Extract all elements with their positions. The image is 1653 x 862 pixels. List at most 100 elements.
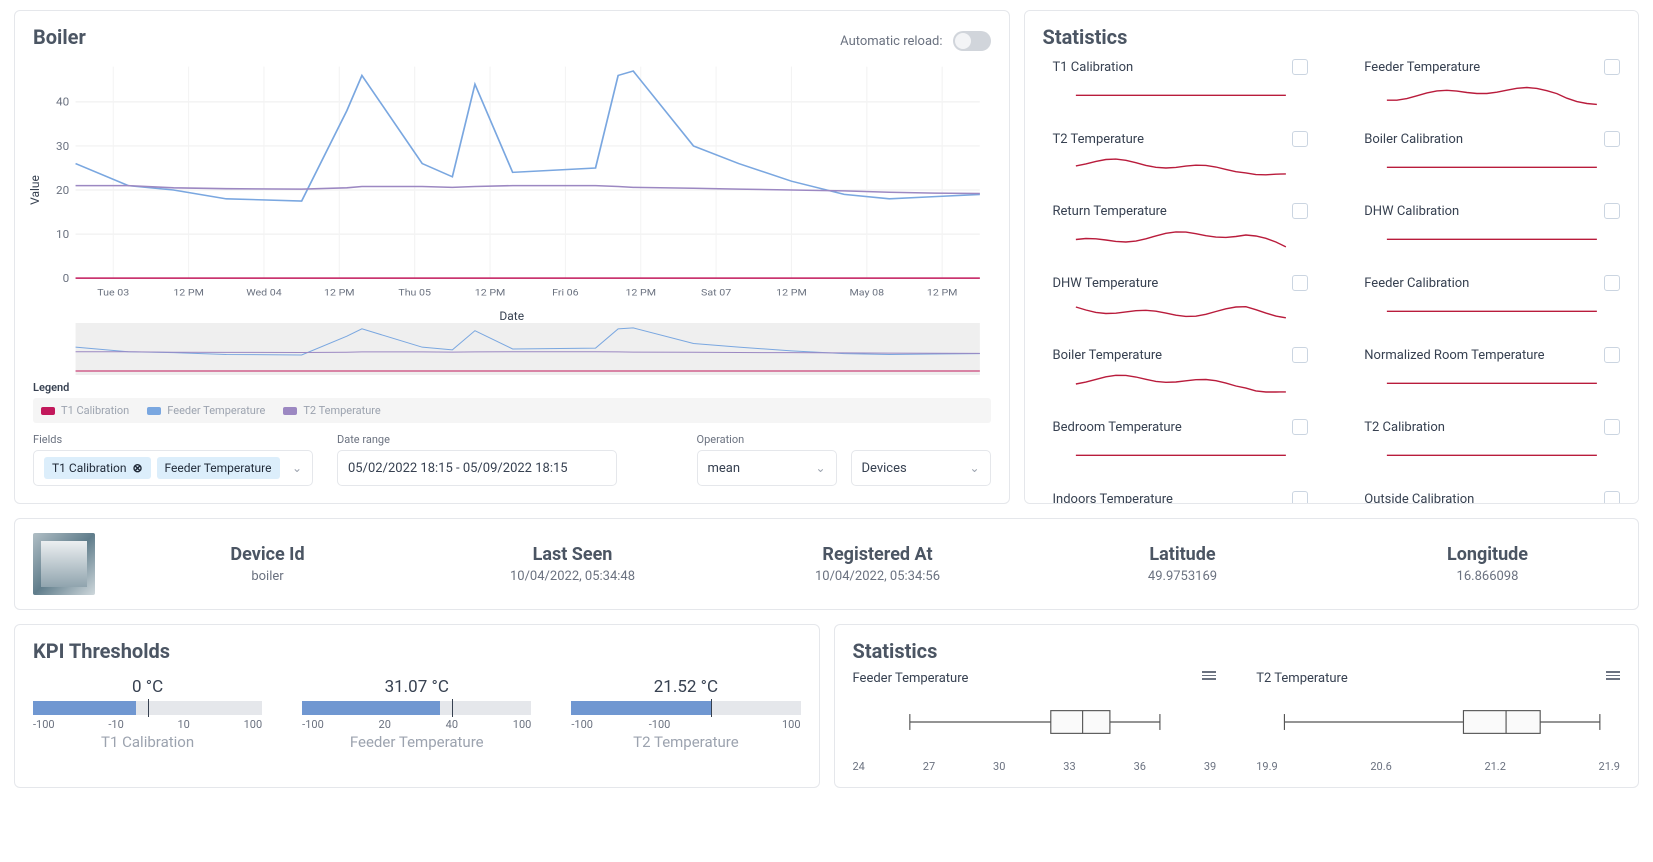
svg-text:12 PM: 12 PM — [475, 288, 506, 298]
stat-item-label: Normalized Room Temperature — [1364, 348, 1544, 363]
stat-item-label: DHW Calibration — [1364, 204, 1459, 219]
kpi-bar — [571, 701, 800, 715]
svg-text:20: 20 — [56, 184, 69, 196]
stat-item-label: Return Temperature — [1053, 204, 1167, 219]
boxplot — [853, 692, 1217, 756]
stat-item-checkbox[interactable] — [1292, 419, 1308, 435]
boxplot-label: Feeder Temperature — [853, 671, 969, 686]
stat-item-checkbox[interactable] — [1604, 275, 1620, 291]
stat-item-checkbox[interactable] — [1292, 131, 1308, 147]
stat-item-label: Feeder Calibration — [1364, 276, 1469, 291]
menu-icon[interactable] — [1606, 671, 1620, 686]
stat-item-checkbox[interactable] — [1292, 491, 1308, 504]
stat-item-label: DHW Temperature — [1053, 276, 1159, 291]
sparkline — [1053, 297, 1309, 327]
field-chip[interactable]: T1 Calibration ⊗ — [44, 457, 151, 479]
kpi-name: T1 Calibration — [33, 733, 262, 751]
svg-text:12 PM: 12 PM — [776, 288, 807, 298]
sparkline — [1364, 153, 1620, 183]
stat-item-checkbox[interactable] — [1292, 275, 1308, 291]
x-axis-label: Date — [33, 309, 991, 323]
stat-item-label: Outside Calibration — [1364, 492, 1474, 505]
kpi-item: 0 °C -100-1010100 T1 Calibration — [33, 677, 262, 751]
kpi-value: 0 °C — [33, 677, 262, 697]
legend-item[interactable]: Feeder Temperature — [147, 404, 265, 417]
kpi-bar — [302, 701, 531, 715]
stat-item-checkbox[interactable] — [1604, 419, 1620, 435]
operation-select[interactable]: mean ⌄ — [697, 450, 837, 486]
svg-text:Thu 05: Thu 05 — [398, 288, 431, 298]
svg-text:Wed 04: Wed 04 — [246, 288, 282, 298]
device-id-value: boiler — [135, 569, 400, 584]
sparkline — [1364, 297, 1620, 327]
menu-icon[interactable] — [1202, 671, 1216, 686]
stat-item-checkbox[interactable] — [1292, 347, 1308, 363]
boxplot — [1256, 692, 1620, 756]
auto-reload-toggle[interactable] — [953, 31, 991, 51]
boiler-chart[interactable]: Value 010203040Tue 0312 PMWed 0412 PMThu… — [33, 57, 991, 323]
device-thumbnail — [33, 533, 95, 595]
kpi-value: 31.07 °C — [302, 677, 531, 697]
stat-item-label: T2 Calibration — [1364, 420, 1445, 435]
chip-remove-icon[interactable]: ⊗ — [132, 461, 142, 475]
svg-text:0: 0 — [63, 273, 70, 285]
range-brush[interactable] — [33, 323, 991, 375]
stat-item-label: Bedroom Temperature — [1053, 420, 1182, 435]
boxplot-label: T2 Temperature — [1256, 671, 1347, 686]
devices-select[interactable]: Devices ⌄ — [851, 450, 991, 486]
latitude-label: Latitude — [1050, 544, 1315, 565]
svg-text:May 08: May 08 — [850, 288, 885, 298]
stat-item-label: Feeder Temperature — [1364, 60, 1480, 75]
stat-sparkline-item: Outside Calibration — [1364, 491, 1620, 504]
stat-sparkline-item: T1 Calibration — [1053, 59, 1309, 111]
field-chip[interactable]: Feeder Temperature — [157, 457, 280, 479]
stat-item-checkbox[interactable] — [1604, 203, 1620, 219]
legend-swatch — [283, 407, 297, 415]
fields-label: Fields — [33, 433, 323, 446]
sparkline — [1364, 225, 1620, 255]
kpi-title: KPI Thresholds — [33, 639, 801, 663]
stat-sparkline-item: DHW Temperature — [1053, 275, 1309, 327]
kpi-thresholds-panel: KPI Thresholds 0 °C -100-1010100 T1 Cali… — [14, 624, 820, 788]
stat-item-checkbox[interactable] — [1292, 203, 1308, 219]
stat-sparkline-item: DHW Calibration — [1364, 203, 1620, 255]
last-seen-value: 10/04/2022, 05:34:48 — [440, 569, 705, 584]
stat-item-checkbox[interactable] — [1292, 59, 1308, 75]
stat-item-checkbox[interactable] — [1604, 491, 1620, 504]
legend: T1 Calibration Feeder Temperature T2 Tempe… — [33, 398, 991, 423]
stat-item-label: Indoors Temperature — [1053, 492, 1173, 505]
stats2-title: Statistics — [853, 639, 1621, 663]
daterange-input[interactable]: 05/02/2022 18:15 - 05/09/2022 18:15 — [337, 450, 617, 486]
kpi-item: 21.52 °C -100-100100 T2 Temperature — [571, 677, 800, 751]
stat-item-label: T1 Calibration — [1053, 60, 1134, 75]
sparkline — [1053, 369, 1309, 399]
legend-item[interactable]: T2 Temperature — [283, 404, 380, 417]
svg-text:30: 30 — [56, 140, 69, 152]
stat-item-checkbox[interactable] — [1604, 59, 1620, 75]
stat-sparkline-item: Feeder Temperature — [1364, 59, 1620, 111]
stat-item-label: Boiler Temperature — [1053, 348, 1163, 363]
stat-sparkline-item: T2 Temperature — [1053, 131, 1309, 183]
longitude-value: 16.866098 — [1355, 569, 1620, 584]
y-axis-label: Value — [28, 175, 42, 205]
stat-sparkline-item: Boiler Temperature — [1053, 347, 1309, 399]
operation-label: Operation — [697, 433, 837, 446]
kpi-name: Feeder Temperature — [302, 733, 531, 751]
legend-swatch — [147, 407, 161, 415]
stat-item-checkbox[interactable] — [1604, 131, 1620, 147]
kpi-value: 21.52 °C — [571, 677, 800, 697]
boxplot-item: T2 Temperature 19.920.621.221.9 — [1256, 671, 1620, 773]
svg-text:Tue 03: Tue 03 — [97, 288, 129, 298]
stat-sparkline-item: Boiler Calibration — [1364, 131, 1620, 183]
stat-sparkline-item: T2 Calibration — [1364, 419, 1620, 471]
longitude-label: Longitude — [1355, 544, 1620, 565]
boiler-title: Boiler — [33, 25, 86, 49]
stat-item-checkbox[interactable] — [1604, 347, 1620, 363]
stat-sparkline-item: Normalized Room Temperature — [1364, 347, 1620, 399]
svg-text:40: 40 — [56, 96, 69, 108]
legend-item[interactable]: T1 Calibration — [41, 404, 129, 417]
legend-swatch — [41, 407, 55, 415]
statistics-title: Statistics — [1043, 25, 1621, 49]
fields-select[interactable]: T1 Calibration ⊗Feeder Temperature⌄ — [33, 450, 313, 486]
statistics-panel: Statistics T1 Calibration Feeder Tempera… — [1024, 10, 1640, 504]
